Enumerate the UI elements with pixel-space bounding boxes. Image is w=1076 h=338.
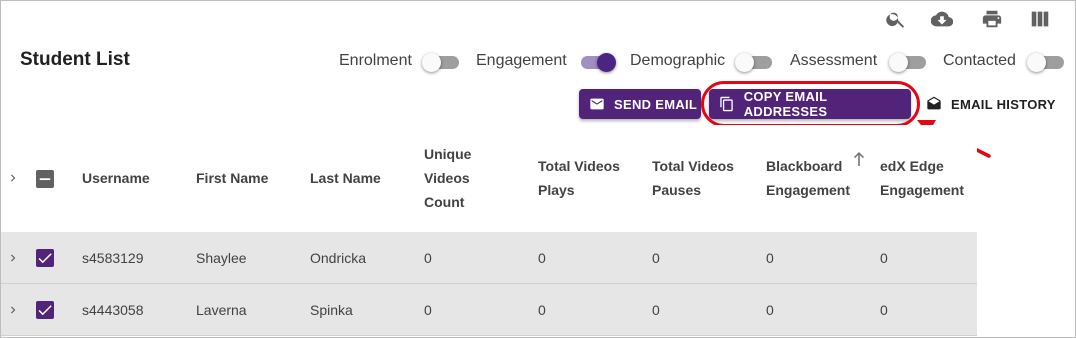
header-text: Engagement	[766, 182, 851, 198]
copy-icon	[720, 96, 733, 112]
copy-email-addresses-label: COPY EMAIL ADDRESSES	[743, 89, 828, 119]
header-text: Pauses	[652, 182, 702, 198]
header-unique-videos-count[interactable]: Unique Videos Count	[424, 142, 471, 214]
header-blackboard-engagement[interactable]: Blackboard Engagement	[766, 154, 850, 202]
header-text: Unique	[424, 146, 472, 162]
drafts-icon	[927, 96, 941, 110]
cell-unique-videos: 0	[424, 250, 432, 266]
header-text: Count	[424, 194, 465, 210]
cell-blackboard: 0	[766, 250, 774, 266]
toggle-enrolment[interactable]	[422, 53, 459, 72]
sort-arrow-up-icon[interactable]	[853, 152, 865, 166]
student-list-panel: Student List Enrolment Engagement Demogr…	[0, 0, 1076, 338]
email-history-label: EMAIL HISTORY	[951, 96, 1056, 112]
toggle-label-demographic: Demographic	[630, 52, 726, 69]
header-first-name[interactable]: First Name	[196, 166, 268, 190]
header-text: Videos	[424, 170, 470, 186]
table-header: Username First Name Last Name Unique Vid…	[1, 125, 977, 232]
cell-first-name: Shaylee	[196, 250, 247, 266]
view-column-icon[interactable]	[1029, 8, 1051, 30]
cell-total-pauses: 0	[652, 302, 660, 318]
expand-row-icon[interactable]	[6, 251, 20, 265]
toggle-label-assessment: Assessment	[790, 52, 878, 69]
copy-email-addresses-button[interactable]: COPY EMAIL ADDRESSES	[709, 89, 911, 119]
header-total-videos-plays[interactable]: Total Videos Plays	[538, 154, 620, 202]
table-row[interactable]: s4443058 Laverna Spinka 0 0 0 0 0	[1, 284, 977, 336]
header-text: Blackboard	[766, 158, 843, 174]
row-checkbox[interactable]	[36, 249, 54, 267]
header-edx-edge-engagement[interactable]: edX Edge Engagement	[880, 154, 964, 202]
header-text: edX Edge	[880, 158, 944, 174]
toggle-engagement[interactable]	[579, 53, 616, 72]
send-email-label: SEND EMAIL	[614, 96, 698, 112]
header-text: Total Videos	[652, 158, 734, 174]
cell-username: s4443058	[82, 302, 144, 318]
send-email-button[interactable]: SEND EMAIL	[579, 89, 701, 119]
cell-total-pauses: 0	[652, 250, 660, 266]
header-last-name[interactable]: Last Name	[310, 166, 381, 190]
expand-all-icon[interactable]	[6, 171, 20, 185]
toggle-label-contacted: Contacted	[943, 52, 1016, 69]
cell-username: s4583129	[82, 250, 144, 266]
header-total-videos-pauses[interactable]: Total Videos Pauses	[652, 154, 734, 202]
cell-edx: 0	[880, 250, 888, 266]
header-text: Engagement	[880, 182, 965, 198]
toggle-label-enrolment: Enrolment	[339, 52, 412, 69]
expand-row-icon[interactable]	[6, 303, 20, 317]
cloud-download-icon[interactable]	[931, 8, 953, 30]
cell-last-name: Ondricka	[310, 250, 367, 266]
cell-last-name: Spinka	[310, 302, 353, 318]
toggle-contacted[interactable]	[1027, 53, 1064, 72]
cell-unique-videos: 0	[424, 302, 432, 318]
mail-icon	[590, 98, 604, 110]
cell-first-name: Laverna	[196, 302, 247, 318]
cell-total-plays: 0	[538, 250, 546, 266]
cell-edx: 0	[880, 302, 888, 318]
header-text: Total Videos	[538, 158, 620, 174]
toggle-demographic[interactable]	[735, 53, 772, 72]
cell-total-plays: 0	[538, 302, 546, 318]
header-text: Plays	[538, 182, 575, 198]
search-icon[interactable]	[885, 8, 907, 30]
toggle-assessment[interactable]	[889, 53, 926, 72]
cell-blackboard: 0	[766, 302, 774, 318]
header-username[interactable]: Username	[82, 166, 150, 190]
table-row[interactable]: s4583129 Shaylee Ondricka 0 0 0 0 0	[1, 232, 977, 284]
select-all-checkbox[interactable]	[36, 170, 54, 188]
print-icon[interactable]	[981, 8, 1003, 30]
row-checkbox[interactable]	[36, 301, 54, 319]
column-group-toggles: Enrolment Engagement Demographic Assessm…	[1, 50, 1075, 74]
toggle-label-engagement: Engagement	[476, 52, 567, 69]
